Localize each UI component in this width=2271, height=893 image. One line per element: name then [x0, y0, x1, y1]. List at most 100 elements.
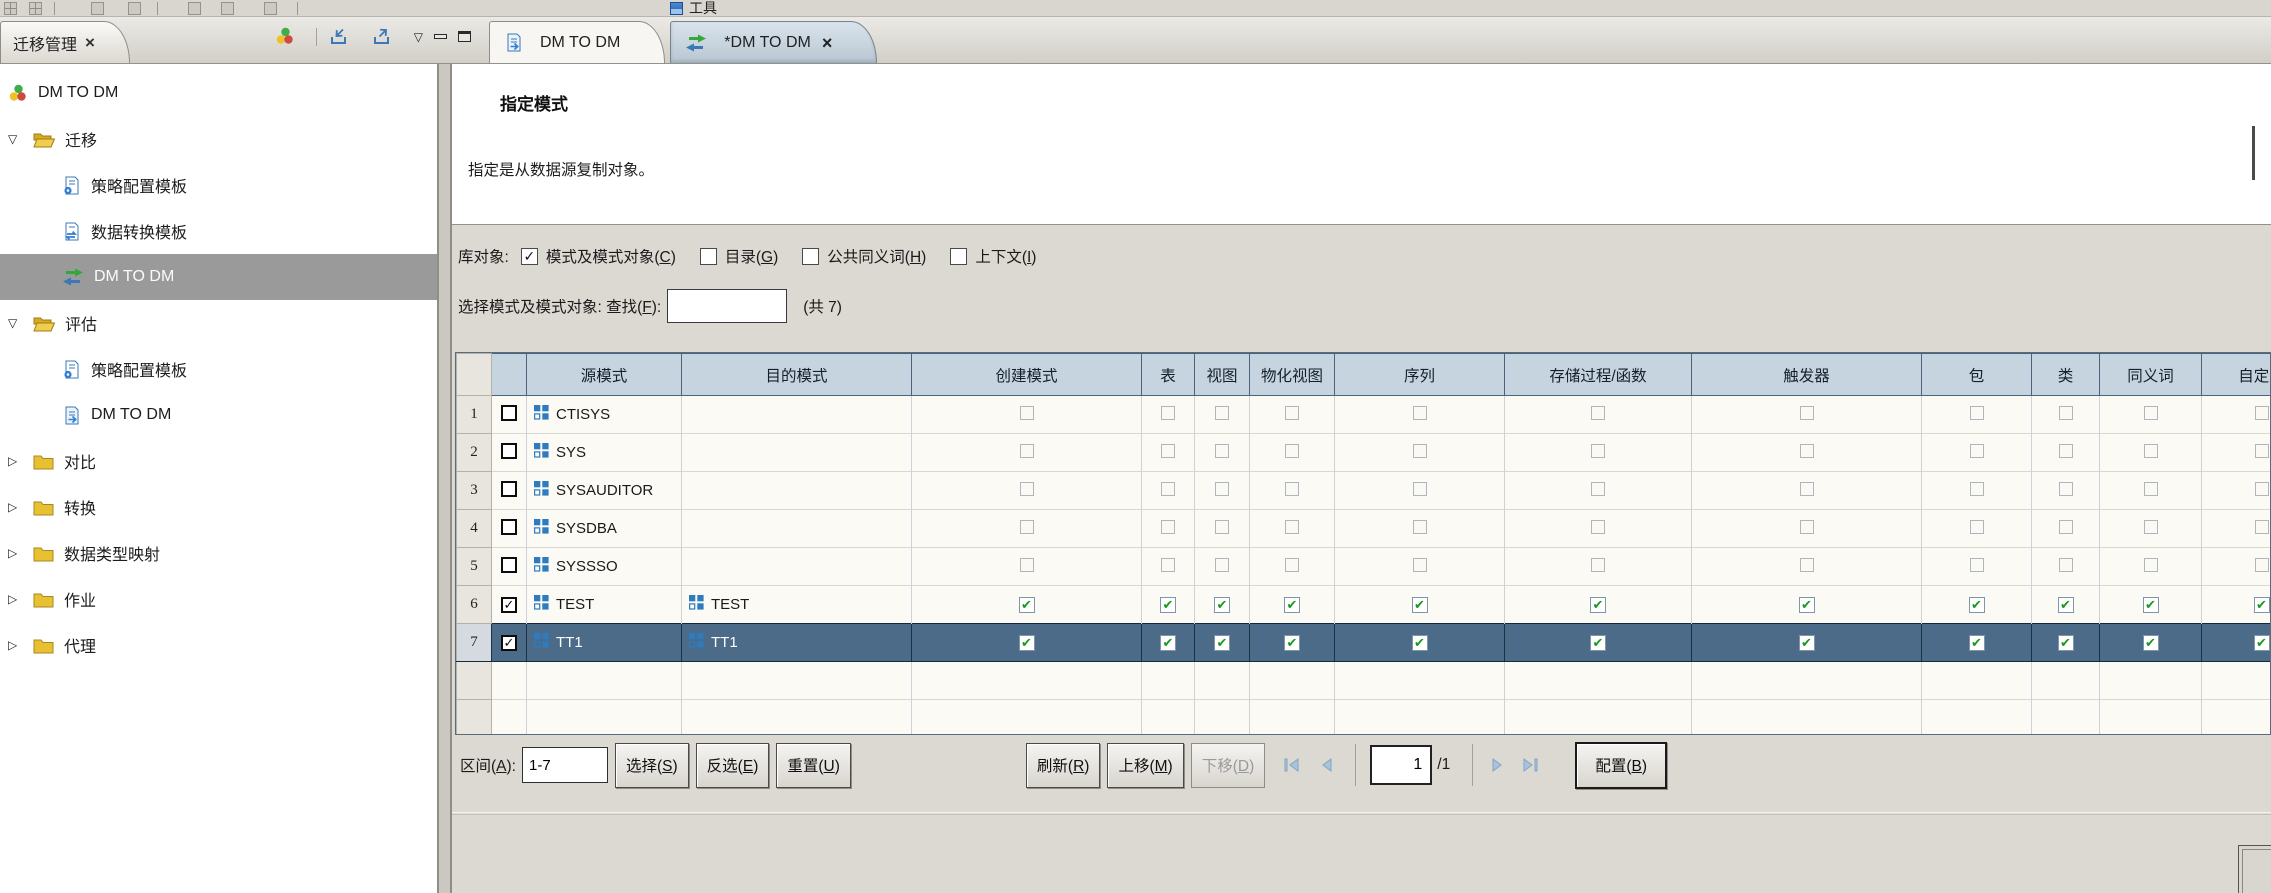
table-row[interactable]: 6 ✓ TEST TEST ✔ ✔ ✔ ✔ ✔ ✔ ✔ ✔ ✔ ✔ ✔: [456, 585, 2270, 624]
toolbar-icon[interactable]: [264, 1, 277, 15]
tree-item[interactable]: DM TO DM: [0, 254, 437, 300]
checkbox-icon[interactable]: [2254, 405, 2269, 420]
expander-closed-icon[interactable]: ▷: [8, 546, 33, 560]
export-icon[interactable]: [371, 28, 393, 46]
editor-tab[interactable]: *DM TO DM ×: [670, 21, 878, 63]
checkbox-icon[interactable]: [2143, 557, 2158, 572]
checkbox-icon[interactable]: [1799, 443, 1814, 458]
checkbox-icon[interactable]: [1019, 443, 1034, 458]
checkbox-icon[interactable]: [1215, 405, 1229, 420]
tree-item[interactable]: 策略配置模板: [0, 162, 437, 208]
checkbox-icon[interactable]: [1799, 519, 1814, 534]
page-number-input[interactable]: [1370, 745, 1433, 785]
checkbox-checked-icon[interactable]: ✓: [501, 634, 517, 651]
checkbox-checked-icon[interactable]: ✔: [1798, 634, 1815, 651]
checkbox-icon[interactable]: [2254, 519, 2269, 534]
checkbox-checked-icon[interactable]: ✔: [1590, 634, 1606, 651]
checkbox-icon[interactable]: [1019, 481, 1034, 496]
checkbox-icon[interactable]: [802, 247, 820, 265]
checkbox-checked-icon[interactable]: ✔: [2142, 634, 2159, 651]
checkbox-icon[interactable]: [501, 556, 517, 573]
tree-item[interactable]: ▽ 迁移: [0, 116, 437, 162]
tree-item[interactable]: DM TO DM: [0, 392, 437, 438]
checkbox-icon[interactable]: [1161, 519, 1175, 534]
checkbox-icon[interactable]: [1591, 481, 1605, 496]
editor-tab[interactable]: DM TO DM: [489, 21, 666, 63]
checkbox-icon[interactable]: [2254, 557, 2269, 572]
checkbox-checked-icon[interactable]: ✔: [1214, 596, 1230, 613]
checkbox-icon[interactable]: [1591, 557, 1605, 572]
table-row[interactable]: 3 SYSAUDITOR: [456, 471, 2270, 510]
toolbar-icon[interactable]: [128, 1, 141, 15]
toolbar-icon[interactable]: [29, 1, 42, 15]
tree-item[interactable]: 数据转换模板: [0, 208, 437, 254]
checkbox-checked-icon[interactable]: ✔: [1284, 634, 1300, 651]
checkbox-icon[interactable]: [1591, 443, 1605, 458]
checkbox-icon[interactable]: [1969, 557, 1984, 572]
checkbox-icon[interactable]: [2058, 519, 2073, 534]
checkbox-icon[interactable]: [1969, 481, 1984, 496]
checkbox-icon[interactable]: [1285, 405, 1299, 420]
checkbox-icon[interactable]: [1019, 557, 1034, 572]
expander-open-icon[interactable]: ▽: [8, 132, 33, 146]
tab-migration-manager[interactable]: 迁移管理 ×: [0, 21, 130, 63]
find-input[interactable]: [667, 289, 788, 323]
checkbox-checked-icon[interactable]: ✔: [1018, 596, 1035, 613]
tree-item[interactable]: 策略配置模板: [0, 346, 437, 392]
tree-item[interactable]: ▷ 转换: [0, 484, 437, 530]
action-button[interactable]: 刷新(R): [1025, 742, 1101, 788]
checkbox-icon[interactable]: [699, 247, 717, 265]
table-row[interactable]: 4 SYSDBA: [456, 509, 2270, 548]
checkbox-icon[interactable]: [1799, 405, 1814, 420]
checkbox-checked-icon[interactable]: ✔: [2253, 634, 2270, 651]
checkbox-icon[interactable]: [1412, 519, 1427, 534]
toolbar-icon[interactable]: [91, 1, 104, 15]
splitter[interactable]: [437, 64, 452, 893]
checkbox-checked-icon[interactable]: ✔: [1590, 596, 1606, 613]
checkbox-icon[interactable]: [1215, 481, 1229, 496]
checkbox-checked-icon[interactable]: ✔: [1160, 634, 1176, 651]
expander-open-icon[interactable]: ▽: [8, 316, 33, 330]
maximize-icon[interactable]: [458, 31, 471, 42]
table-row[interactable]: 5 SYSSSO: [456, 547, 2270, 586]
clipped-corner-button[interactable]: [2238, 845, 2271, 893]
tree-item[interactable]: ▽ 评估: [0, 300, 437, 346]
checkbox-icon[interactable]: [1799, 557, 1814, 572]
checkbox-icon[interactable]: [501, 442, 517, 459]
table-row[interactable]: 2 SYS: [456, 433, 2270, 472]
checkbox-checked-icon[interactable]: ✔: [1411, 634, 1428, 651]
checkbox-icon[interactable]: [1969, 519, 1984, 534]
action-button[interactable]: 反选(E): [695, 742, 770, 788]
view-menu-icon[interactable]: ▽: [414, 31, 423, 43]
tree-item[interactable]: ▷ 代理: [0, 622, 437, 668]
checkbox-icon[interactable]: [501, 480, 517, 497]
checkbox-icon[interactable]: [1161, 405, 1175, 420]
tools-menu-item[interactable]: 工具: [670, 0, 717, 18]
checkbox-icon[interactable]: [1412, 557, 1427, 572]
checkbox-icon[interactable]: [2143, 481, 2158, 496]
close-icon[interactable]: ×: [85, 34, 95, 51]
checkbox-checked-icon[interactable]: ✔: [1968, 596, 1985, 613]
config-button[interactable]: 配置(B): [1575, 741, 1668, 789]
checkbox-icon[interactable]: [1591, 405, 1605, 420]
checkbox-checked-icon[interactable]: ✔: [2057, 596, 2074, 613]
checkbox-checked-icon[interactable]: ✔: [1160, 596, 1176, 613]
checkbox-icon[interactable]: [501, 404, 517, 421]
checkbox-checked-icon[interactable]: ✓: [520, 247, 538, 265]
table-row[interactable]: 7 ✓ TT1 TT1 ✔ ✔ ✔ ✔ ✔ ✔ ✔ ✔ ✔ ✔ ✔: [456, 623, 2270, 662]
checkbox-icon[interactable]: [1161, 443, 1175, 458]
checkbox-icon[interactable]: [2058, 405, 2073, 420]
checkbox-icon[interactable]: [950, 247, 968, 265]
checkbox-icon[interactable]: [1412, 405, 1427, 420]
checkbox-checked-icon[interactable]: ✔: [1284, 596, 1300, 613]
checkbox-icon[interactable]: [1969, 405, 1984, 420]
checkbox-checked-icon[interactable]: ✔: [2253, 596, 2270, 613]
checkbox-checked-icon[interactable]: ✔: [1968, 634, 1985, 651]
checkbox-icon[interactable]: [2058, 443, 2073, 458]
checkbox-icon[interactable]: [1019, 405, 1034, 420]
library-object-option[interactable]: 公共同义词(H): [802, 245, 926, 267]
expander-closed-icon[interactable]: ▷: [8, 500, 33, 514]
checkbox-icon[interactable]: [1285, 481, 1299, 496]
checkbox-icon[interactable]: [2143, 443, 2158, 458]
tree-item[interactable]: ▷ 对比: [0, 438, 437, 484]
